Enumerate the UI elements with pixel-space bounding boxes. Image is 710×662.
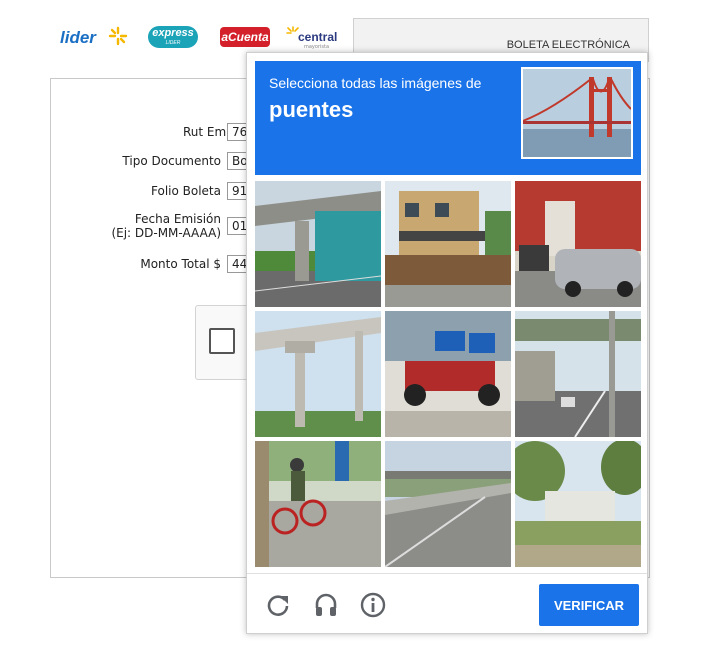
challenge-header: Selecciona todas las imágenes de puentes	[255, 61, 641, 175]
tile-street-bridge[interactable]	[515, 311, 641, 437]
tipo-documento-label: Tipo Documento	[122, 154, 221, 168]
express-logo-text: express	[152, 27, 194, 39]
audio-headphones-icon[interactable]	[313, 592, 339, 618]
challenge-instruction: Selecciona todas las imágenes de	[269, 75, 482, 91]
spark-icon	[108, 26, 128, 46]
challenge-footer: VERIFICAR	[247, 573, 647, 634]
acuenta-logo-text: aCuenta	[220, 27, 270, 47]
monto-total-label: Monto Total $	[140, 257, 221, 271]
fecha-emision-hint: (Ej: DD-MM-AAAA)	[111, 226, 221, 240]
express-logo-sub: LIDER	[165, 40, 181, 46]
info-icon[interactable]	[360, 592, 386, 618]
tile-house[interactable]	[385, 181, 511, 307]
acuenta-logo: aCuenta	[220, 22, 272, 54]
verify-button[interactable]: VERIFICAR	[539, 584, 639, 626]
tile-overpass[interactable]	[255, 181, 381, 307]
fecha-emision-label: Fecha Emisión	[134, 212, 221, 226]
lider-logo: lider	[58, 22, 130, 54]
folio-boleta-label: Folio Boleta	[151, 184, 221, 198]
recaptcha-checkbox[interactable]	[209, 328, 235, 354]
image-grid	[255, 181, 641, 567]
challenge-target: puentes	[269, 97, 354, 122]
reload-icon[interactable]	[265, 592, 291, 618]
rut-emisor-label: Rut Emisor	[182, 125, 248, 139]
tile-parked-cars[interactable]	[515, 181, 641, 307]
tile-trees-field[interactable]	[515, 441, 641, 567]
central-logo: central mayorista	[286, 22, 346, 54]
document-type-title: BOLETA ELECTRÓNICA	[506, 39, 630, 51]
lider-logo-text: lider	[60, 28, 96, 47]
recaptcha-challenge: Selecciona todas las imágenes de puentes	[246, 52, 648, 634]
tile-cyclist[interactable]	[255, 441, 381, 567]
central-logo-text: central	[298, 30, 338, 44]
express-logo: express LIDER	[148, 22, 200, 54]
tile-highway-bridge[interactable]	[385, 441, 511, 567]
central-logo-sub: mayorista	[304, 44, 330, 50]
sample-image-bridge	[521, 67, 633, 159]
tile-elevated-track[interactable]	[255, 311, 381, 437]
tile-motorcycle-cart[interactable]	[385, 311, 511, 437]
